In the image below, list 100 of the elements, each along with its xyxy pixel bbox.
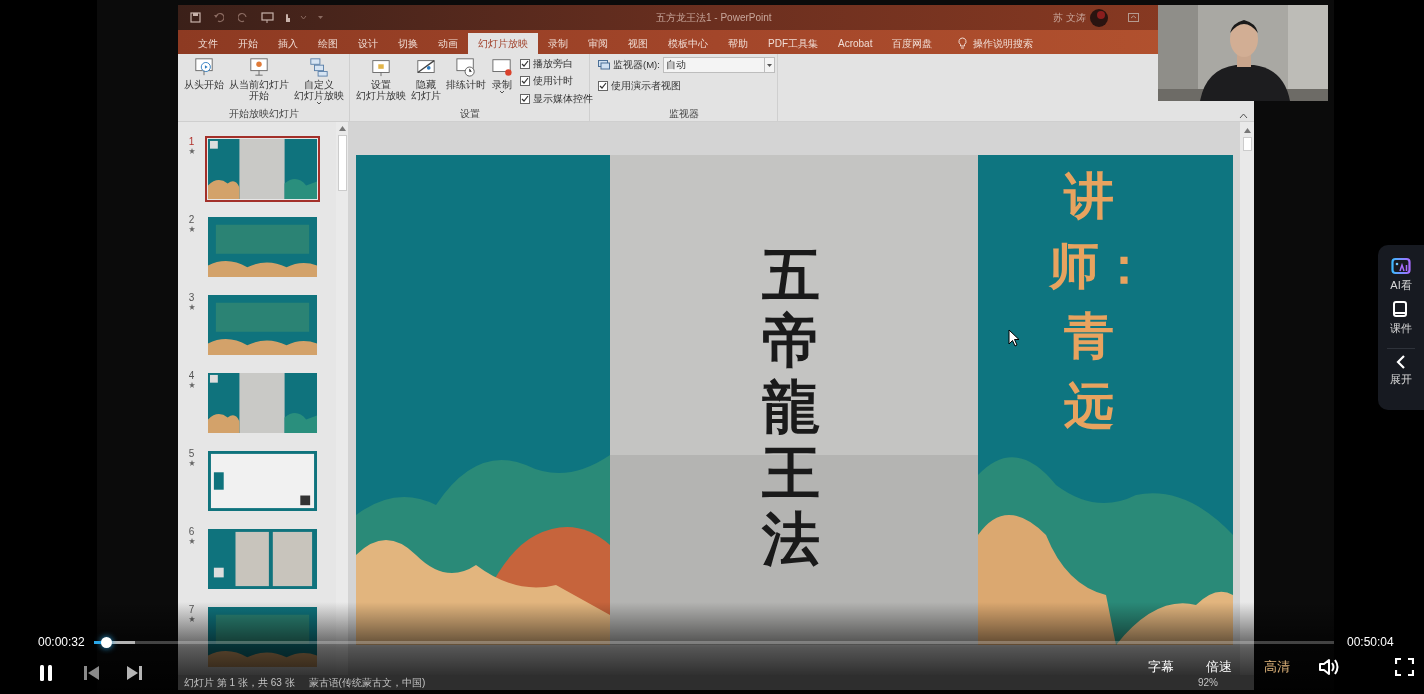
lecturer-name: 讲师：青远 xyxy=(1049,167,1129,436)
slide-thumbnail[interactable] xyxy=(205,448,320,514)
ribbon-tab[interactable]: 开始 xyxy=(228,33,268,54)
checkbox[interactable] xyxy=(520,76,530,87)
caret-icon xyxy=(766,63,772,67)
ribbon-button[interactable]: 从头开始 xyxy=(182,57,226,90)
ribbon-button[interactable]: 隐藏 幻灯片 xyxy=(409,57,443,101)
status-text: 幻灯片 第 1 张，共 63 张 xyxy=(184,676,295,690)
ribbon-button[interactable]: 从当前幻灯片 开始 xyxy=(227,57,291,101)
slide-number: 7 xyxy=(188,604,195,616)
ribbon-button[interactable]: 自定义 幻灯片放映 xyxy=(292,57,346,105)
slide-number: 3 xyxy=(188,292,195,304)
setup-show-icon xyxy=(370,57,392,77)
ribbon-tab[interactable]: PDF工具集 xyxy=(758,33,828,54)
ribbon-tab[interactable]: 幻灯片放映 xyxy=(468,33,538,54)
scroll-up-icon[interactable] xyxy=(338,126,346,131)
window-title: 五方龙王法1 - PowerPoint xyxy=(656,11,772,25)
ai-camera-icon xyxy=(1391,257,1411,275)
user-name: 苏 文涛 xyxy=(1053,11,1086,25)
save-icon[interactable] xyxy=(190,12,201,23)
duration-time: 00:50:04 xyxy=(1347,634,1394,651)
caret-icon xyxy=(499,90,505,94)
progress-thumb[interactable] xyxy=(101,636,113,648)
ribbon-tab[interactable]: Acrobat xyxy=(828,33,883,54)
group-label: 监视器 xyxy=(667,107,700,121)
slide-thumbnail[interactable] xyxy=(205,604,320,670)
checkbox[interactable] xyxy=(520,93,530,104)
ribbon-tab[interactable]: 动画 xyxy=(428,33,468,54)
star-icon xyxy=(188,148,195,154)
ribbon-button[interactable]: 排练计时 xyxy=(444,57,488,90)
slide-title: 五帝龍王法 xyxy=(760,243,821,574)
slide-thumbnail[interactable] xyxy=(205,136,320,202)
side-panel-button[interactable]: AI看 xyxy=(1390,257,1412,294)
star-icon xyxy=(188,616,195,622)
group-label: 开始放映幻灯片 xyxy=(227,107,300,121)
ribbon-tab[interactable]: 绘图 xyxy=(308,33,348,54)
slide-thumbnail[interactable] xyxy=(205,214,320,280)
slide-number: 5 xyxy=(188,448,195,460)
monitor-icon xyxy=(598,60,610,70)
star-icon xyxy=(188,226,195,232)
scroll-up-icon[interactable] xyxy=(1243,128,1251,133)
monitor-select[interactable]: 自动 xyxy=(662,57,775,73)
group-label: 设置 xyxy=(458,107,481,121)
caret-icon[interactable] xyxy=(300,15,307,20)
scrollbar-thumb[interactable] xyxy=(1242,137,1252,151)
checkbox-label: 显示媒体控件 xyxy=(533,91,593,106)
slide-thumbnail[interactable] xyxy=(205,292,320,358)
undo-icon[interactable] xyxy=(213,12,224,23)
scrollbar-thumb[interactable] xyxy=(337,135,347,191)
pause-icon[interactable] xyxy=(38,664,54,682)
ribbon-tab[interactable]: 插入 xyxy=(268,33,308,54)
presentation-icon[interactable] xyxy=(261,12,274,23)
custom-show-icon xyxy=(308,57,330,77)
ribbon-tab[interactable]: 审阅 xyxy=(578,33,618,54)
star-icon xyxy=(188,538,195,544)
ribbon-button[interactable]: 录制 xyxy=(489,57,515,94)
checkbox[interactable] xyxy=(598,81,608,92)
slide-number: 6 xyxy=(188,526,195,538)
checkbox-label: 使用演示者视图 xyxy=(611,79,681,93)
volume-icon[interactable] xyxy=(1318,658,1340,676)
star-icon xyxy=(188,460,195,466)
checkbox-label: 播放旁白 xyxy=(533,57,573,71)
ribbon-button[interactable]: 设置 幻灯片放映 xyxy=(354,57,408,101)
ribbon-display-icon[interactable] xyxy=(1128,13,1139,22)
player-option[interactable]: 字幕 xyxy=(1148,659,1174,675)
slide-number: 1 xyxy=(188,136,195,148)
chevron-left-icon xyxy=(1396,355,1406,369)
fullscreen-icon[interactable] xyxy=(1395,658,1414,676)
lightbulb-icon[interactable] xyxy=(958,37,968,50)
record-icon xyxy=(491,57,513,77)
slide-number: 4 xyxy=(188,370,195,382)
side-panel-button[interactable]: 课件 xyxy=(1390,299,1412,336)
side-panel-button[interactable]: 展开 xyxy=(1390,355,1412,388)
customize-icon[interactable] xyxy=(317,15,324,20)
slide-thumbnail[interactable] xyxy=(205,370,320,436)
collapse-icon[interactable] xyxy=(1239,113,1248,119)
previous-icon[interactable] xyxy=(83,665,100,681)
player-option[interactable]: 高清 xyxy=(1264,659,1290,675)
redo-icon[interactable] xyxy=(238,12,249,23)
ribbon-tab[interactable]: 文件 xyxy=(188,33,228,54)
ribbon-tab[interactable]: 视图 xyxy=(618,33,658,54)
ribbon-tab[interactable]: 设计 xyxy=(348,33,388,54)
ribbon-tab[interactable]: 百度网盘 xyxy=(882,33,943,54)
ribbon-tab[interactable]: 录制 xyxy=(538,33,578,54)
cursor-icon xyxy=(1008,329,1020,347)
ribbon-tab[interactable]: 模板中心 xyxy=(658,33,718,54)
ribbon-tab[interactable]: 帮助 xyxy=(718,33,758,54)
star-icon xyxy=(188,382,195,388)
start-slideshow-icon xyxy=(193,57,215,77)
search-link[interactable]: 操作说明搜索 xyxy=(973,36,1034,51)
player-option[interactable]: 倍速 xyxy=(1206,659,1232,675)
next-icon[interactable] xyxy=(126,665,143,681)
slide-thumbnail[interactable] xyxy=(205,526,320,592)
checkbox[interactable] xyxy=(520,59,530,70)
courseware-icon xyxy=(1392,299,1410,318)
status-text: 92% xyxy=(1198,676,1218,690)
slide-number: 2 xyxy=(188,214,195,226)
ribbon-tab[interactable]: 切换 xyxy=(388,33,428,54)
stopwatch-icon xyxy=(455,57,477,77)
caret-icon xyxy=(316,101,322,105)
